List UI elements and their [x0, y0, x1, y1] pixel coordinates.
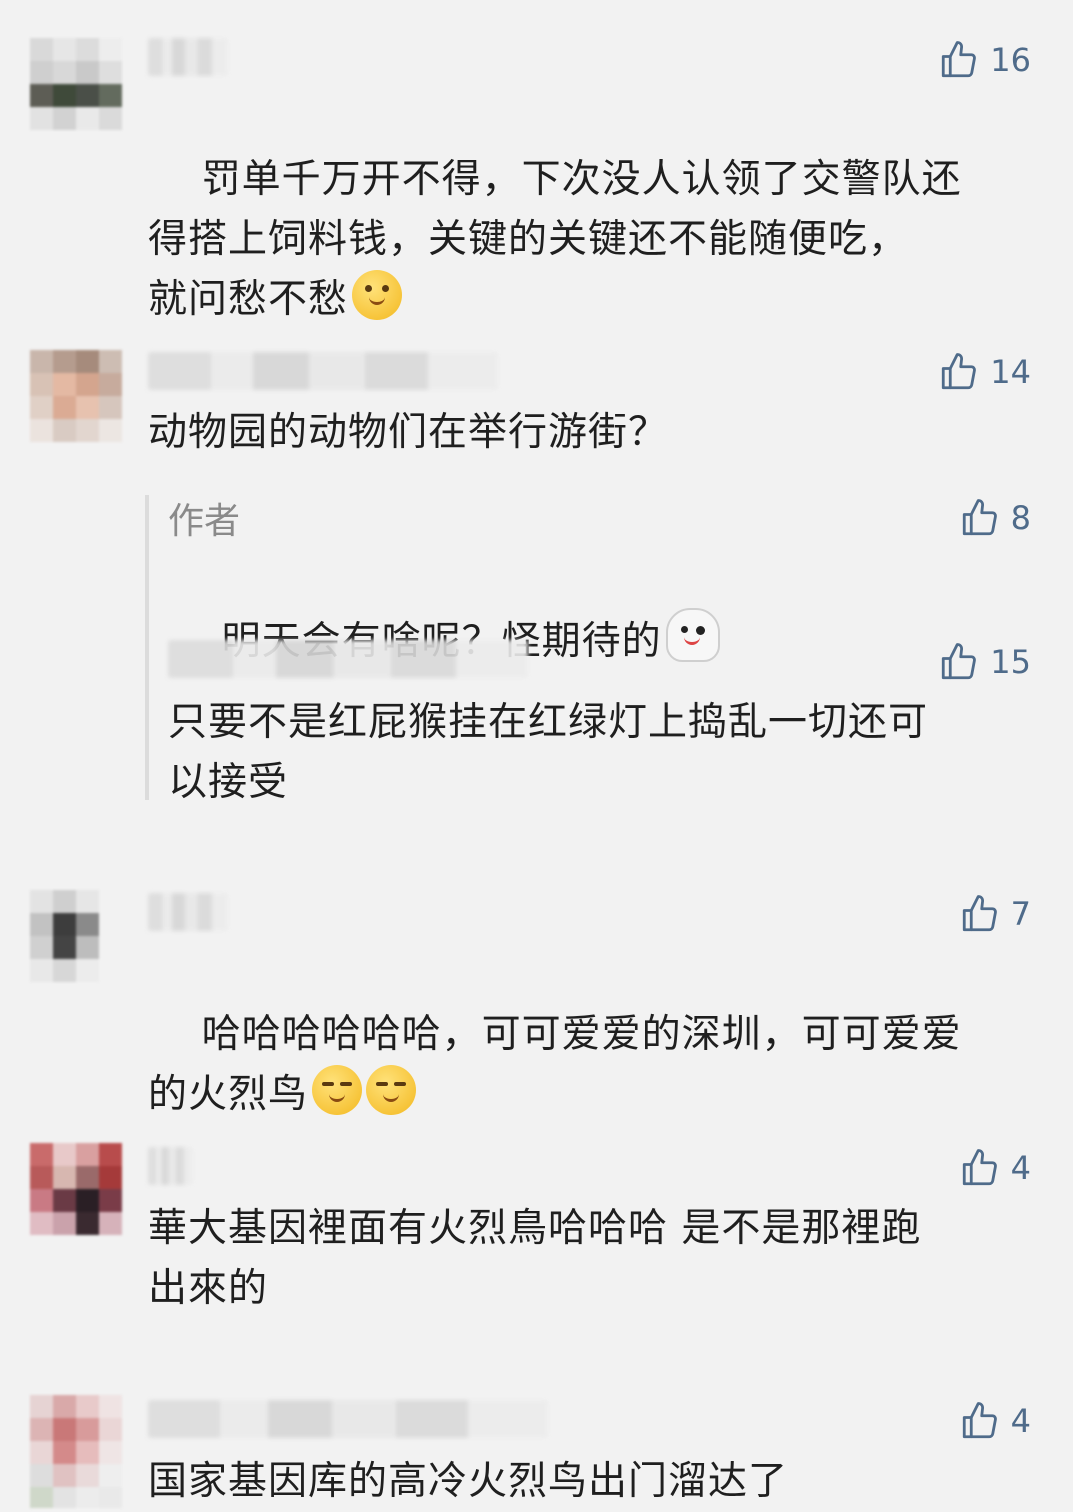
like-button[interactable]: 16: [938, 38, 1031, 82]
like-count: 4: [1010, 1149, 1031, 1187]
like-count: 7: [1010, 895, 1031, 933]
comment-text: 華大基因裡面有火烈鳥哈哈哈 是不是那裡跑 出來的: [148, 1206, 922, 1311]
like-count: 14: [990, 353, 1031, 391]
like-count: 16: [990, 41, 1031, 79]
avatar[interactable]: [30, 38, 122, 130]
thumbs-up-icon: [962, 895, 997, 932]
like-button[interactable]: 4: [959, 1146, 1031, 1190]
smirk-face-emoji: [366, 1065, 417, 1115]
thumbs-up-icon: [942, 643, 977, 680]
like-button[interactable]: 8: [959, 496, 1031, 540]
thumbs-up-icon: [962, 1149, 997, 1186]
username-blurred[interactable]: [148, 1400, 548, 1438]
comment-text: 罚单千万开不得，下次没人认领了交警队还 得搭上饲料钱，关键的关键还不能随便吃， …: [148, 157, 962, 322]
username-blurred[interactable]: [148, 893, 228, 931]
thumbs-up-icon: [942, 353, 977, 390]
username-blurred[interactable]: [148, 352, 498, 390]
avatar[interactable]: [30, 1395, 122, 1508]
smirk-face-emoji: [312, 1065, 363, 1115]
thumbs-up-icon: [942, 41, 977, 78]
like-button[interactable]: 14: [938, 350, 1031, 394]
like-count: 4: [1010, 1402, 1031, 1440]
like-count: 15: [990, 643, 1031, 681]
username-blurred[interactable]: [148, 38, 228, 76]
like-button[interactable]: 4: [959, 1399, 1031, 1443]
comment-text: 动物园的动物们在举行游街？: [148, 410, 669, 455]
reply-text: 只要不是红屁猴挂在红绿灯上捣乱一切还可 以接受: [168, 700, 929, 805]
ghost-emoji: [665, 608, 720, 662]
reply-username-blurred[interactable]: [168, 640, 528, 678]
avatar[interactable]: [30, 890, 100, 982]
avatar[interactable]: [30, 350, 122, 442]
comment-text: 哈哈哈哈哈哈，可可爱爱的深圳，可可爱爱 的火烈鸟: [148, 1012, 962, 1117]
like-button[interactable]: 15: [938, 640, 1031, 684]
username-blurred[interactable]: [148, 1147, 193, 1185]
like-count: 8: [1010, 499, 1031, 537]
reply-author[interactable]: 作者: [168, 492, 240, 544]
comment-text: 国家基因库的高冷火烈鸟出门溜达了: [148, 1459, 789, 1504]
reply-thread-bar: [145, 495, 149, 800]
thumbs-up-icon: [962, 499, 997, 536]
thumbs-up-icon: [962, 1402, 997, 1439]
like-button[interactable]: 7: [959, 892, 1031, 936]
avatar[interactable]: [30, 1143, 122, 1235]
thinking-face-emoji: [352, 270, 403, 320]
